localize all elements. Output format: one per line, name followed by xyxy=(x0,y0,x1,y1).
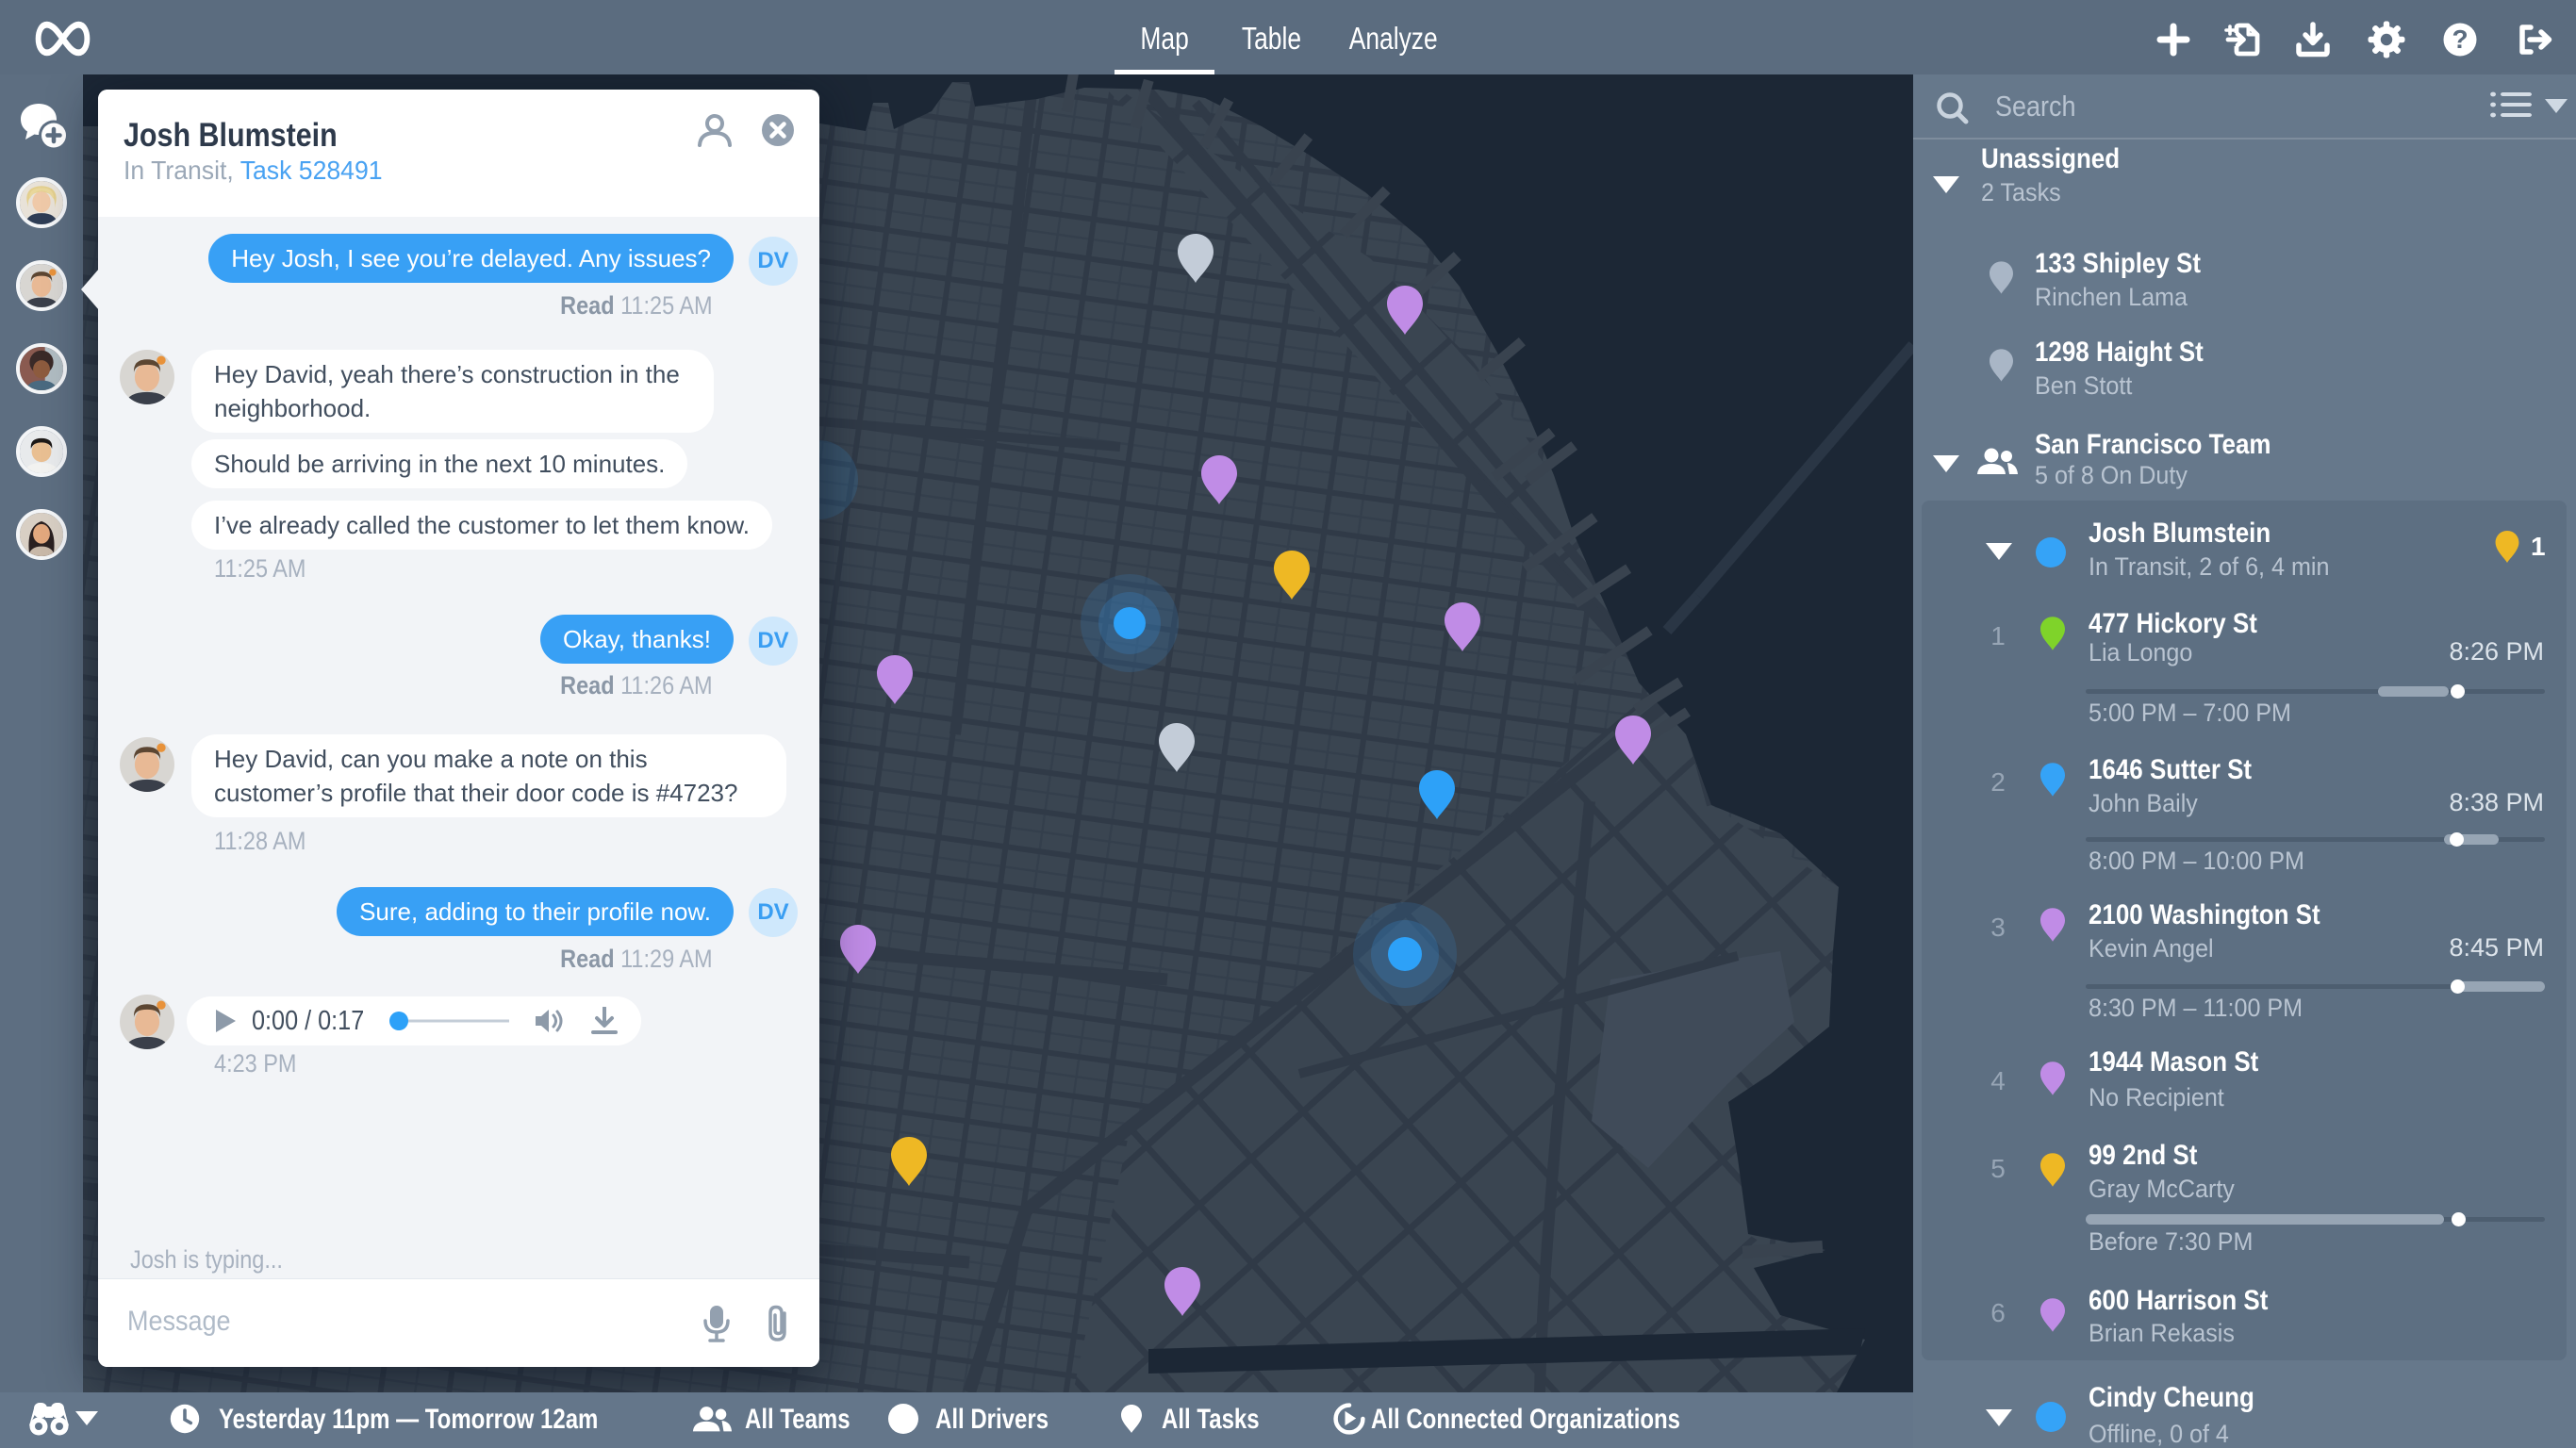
svg-text:?: ? xyxy=(2452,25,2468,54)
